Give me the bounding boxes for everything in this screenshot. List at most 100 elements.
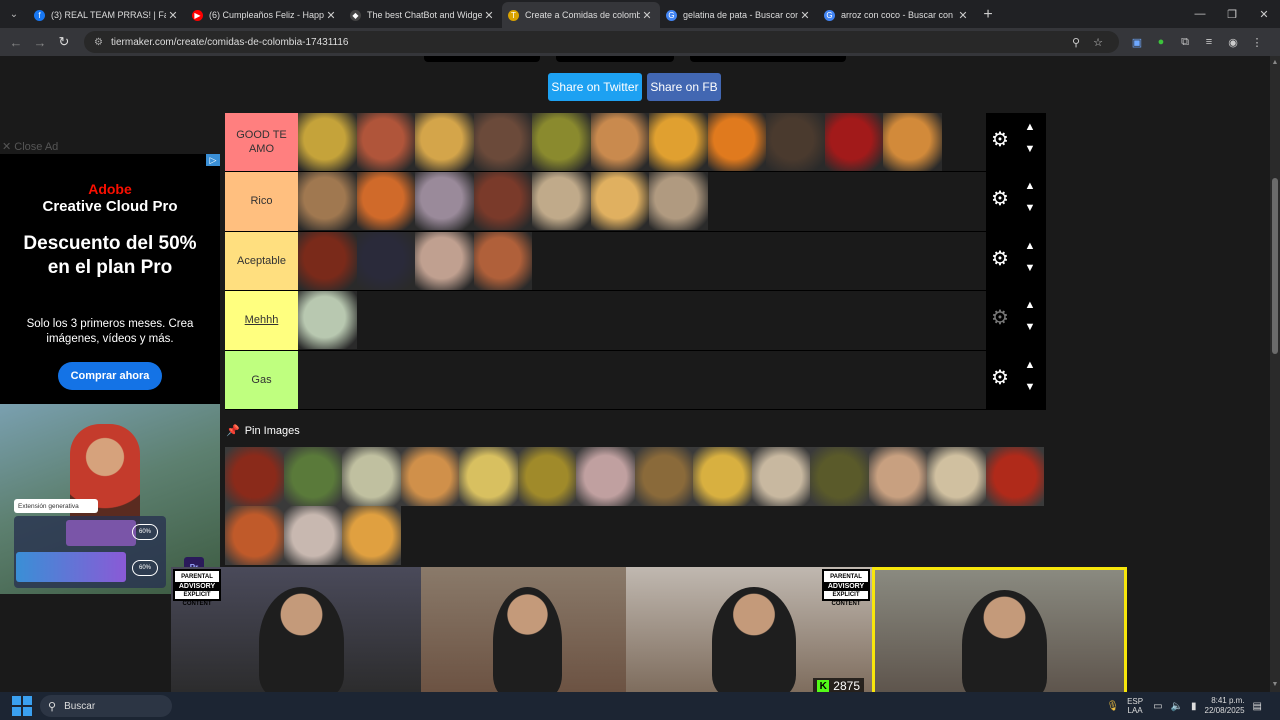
language-indicator[interactable]: ESP LAA xyxy=(1127,697,1143,715)
share-twitter-button[interactable]: Share on Twitter xyxy=(548,73,642,101)
food-image[interactable] xyxy=(283,447,342,506)
browser-tab[interactable]: Garroz con coco - Buscar con Go ✕ xyxy=(818,2,976,28)
new-tab-button[interactable]: + xyxy=(976,2,1000,28)
adobe-ad[interactable]: ▷ Adobe Creative Cloud Pro Descuento del… xyxy=(0,154,220,594)
taskbar-search[interactable]: ⚲ Buscar xyxy=(40,695,172,717)
food-image[interactable] xyxy=(532,172,591,231)
ad-banner[interactable]: ▷ Adobe Creative Cloud Pro Descuento del… xyxy=(0,154,220,404)
browser-tab[interactable]: Ggelatina de pata - Buscar con G ✕ xyxy=(660,2,818,28)
ad-cta-button[interactable]: Comprar ahora xyxy=(58,362,162,390)
reload-icon[interactable]: ↻ xyxy=(52,34,76,50)
close-ad-button[interactable]: ✕ Close Ad xyxy=(2,140,58,153)
tier-label[interactable]: Rico xyxy=(225,172,298,231)
address-bar[interactable]: ⚙ tiermaker.com/create/comidas-de-colomb… xyxy=(84,31,1119,53)
food-image[interactable] xyxy=(751,447,810,506)
close-tab-icon[interactable]: ✕ xyxy=(956,9,970,22)
minimize-icon[interactable]: — xyxy=(1184,0,1216,28)
food-image[interactable] xyxy=(927,447,986,506)
move-down-icon[interactable]: ▼ xyxy=(1022,143,1038,155)
move-down-icon[interactable]: ▼ xyxy=(1022,202,1038,214)
move-up-icon[interactable]: ▲ xyxy=(1022,180,1038,192)
food-image[interactable] xyxy=(868,447,927,506)
forward-icon[interactable]: → xyxy=(28,35,52,50)
close-tab-icon[interactable]: ✕ xyxy=(482,9,496,22)
tier-label[interactable]: GOOD TE AMO xyxy=(225,113,298,172)
move-up-icon[interactable]: ▲ xyxy=(1022,359,1038,371)
volume-icon[interactable]: 🔈 xyxy=(1171,701,1183,712)
food-image[interactable] xyxy=(283,506,342,565)
translate-icon[interactable]: ▣ xyxy=(1125,36,1149,49)
tier-drop-zone[interactable] xyxy=(298,231,986,291)
food-image[interactable] xyxy=(824,113,883,171)
food-image[interactable] xyxy=(473,172,532,231)
move-down-icon[interactable]: ▼ xyxy=(1022,381,1038,393)
gear-icon[interactable]: ⚙ xyxy=(990,308,1010,328)
share-fb-button[interactable]: Share on FB xyxy=(647,73,721,101)
food-image[interactable] xyxy=(415,172,474,231)
food-image[interactable] xyxy=(985,447,1044,506)
food-image[interactable] xyxy=(634,447,693,506)
food-image[interactable] xyxy=(576,447,635,506)
tier-drop-zone[interactable] xyxy=(298,172,986,231)
close-tab-icon[interactable]: ✕ xyxy=(166,9,180,22)
microphone-icon[interactable]: 🎙 xyxy=(1106,701,1119,712)
food-image[interactable] xyxy=(649,113,708,171)
food-image[interactable] xyxy=(356,113,415,171)
scrollbar-thumb[interactable] xyxy=(1272,178,1278,354)
food-image[interactable] xyxy=(298,113,357,171)
close-tab-icon[interactable]: ✕ xyxy=(640,9,654,22)
extension-icon-green[interactable]: ● xyxy=(1149,36,1173,49)
close-tab-icon[interactable]: ✕ xyxy=(798,9,812,22)
food-image[interactable] xyxy=(415,113,474,171)
food-image[interactable] xyxy=(225,506,284,565)
food-image[interactable] xyxy=(649,172,708,231)
zoom-icon[interactable]: ⚲ xyxy=(1065,36,1087,49)
ad-choices-icon[interactable]: ▷ xyxy=(206,154,220,166)
food-image[interactable] xyxy=(707,113,766,171)
food-image[interactable] xyxy=(883,113,942,171)
gear-icon[interactable]: ⚙ xyxy=(990,368,1010,388)
clock[interactable]: 8:41 p.m. 22/08/2025 xyxy=(1205,696,1245,716)
close-window-icon[interactable]: ✕ xyxy=(1248,0,1280,28)
food-image[interactable] xyxy=(473,113,532,171)
move-up-icon[interactable]: ▲ xyxy=(1022,121,1038,133)
site-info-icon[interactable]: ⚙ xyxy=(94,37,103,48)
tier-drop-zone[interactable] xyxy=(298,291,986,350)
close-tab-icon[interactable]: ✕ xyxy=(324,9,338,22)
food-image[interactable] xyxy=(766,113,825,171)
gear-icon[interactable]: ⚙ xyxy=(990,189,1010,209)
tier-label[interactable]: Gas xyxy=(225,350,298,409)
food-image[interactable] xyxy=(532,113,591,171)
browser-tab[interactable]: ▶ (6) Cumpleaños Feliz - Happy B✕ xyxy=(186,2,344,28)
tab-search-icon[interactable]: ⌄ xyxy=(0,0,28,28)
browser-tab[interactable]: ◆ The best ChatBot and Widgets ✕ xyxy=(344,2,502,28)
gear-icon[interactable]: ⚙ xyxy=(990,249,1010,269)
profile-icon[interactable]: ◉ xyxy=(1221,36,1245,49)
browser-tab[interactable]: T Create a Comidas de colombia ✕ xyxy=(502,2,660,28)
move-down-icon[interactable]: ▼ xyxy=(1022,321,1038,333)
move-up-icon[interactable]: ▲ xyxy=(1022,240,1038,252)
food-image[interactable] xyxy=(298,231,357,290)
food-image[interactable] xyxy=(400,447,459,506)
food-image[interactable] xyxy=(693,447,752,506)
gear-icon[interactable]: ⚙ xyxy=(990,130,1010,150)
food-image[interactable] xyxy=(473,231,532,290)
food-image[interactable] xyxy=(459,447,518,506)
notifications-icon[interactable]: ▤ xyxy=(1253,701,1262,712)
food-image[interactable] xyxy=(225,447,284,506)
tier-label[interactable]: Mehhh xyxy=(225,291,298,350)
windows-start-icon[interactable] xyxy=(12,696,32,716)
scroll-down-icon[interactable]: ▼ xyxy=(1270,680,1280,690)
move-up-icon[interactable]: ▲ xyxy=(1022,299,1038,311)
food-image[interactable] xyxy=(298,291,357,350)
extensions-puzzle-icon[interactable]: ⧉ xyxy=(1173,36,1197,49)
network-icon[interactable]: ▭ xyxy=(1153,701,1162,712)
battery-icon[interactable]: ▮ xyxy=(1191,701,1197,712)
food-image[interactable] xyxy=(356,231,415,290)
tier-drop-zone[interactable] xyxy=(298,113,986,172)
page-scrollbar[interactable]: ▲ ▼ xyxy=(1270,56,1280,692)
more-menu-icon[interactable]: ⋮ xyxy=(1245,36,1269,49)
reading-list-icon[interactable]: ≡ xyxy=(1197,36,1221,49)
food-image[interactable] xyxy=(356,172,415,231)
back-icon[interactable]: ← xyxy=(4,35,28,50)
